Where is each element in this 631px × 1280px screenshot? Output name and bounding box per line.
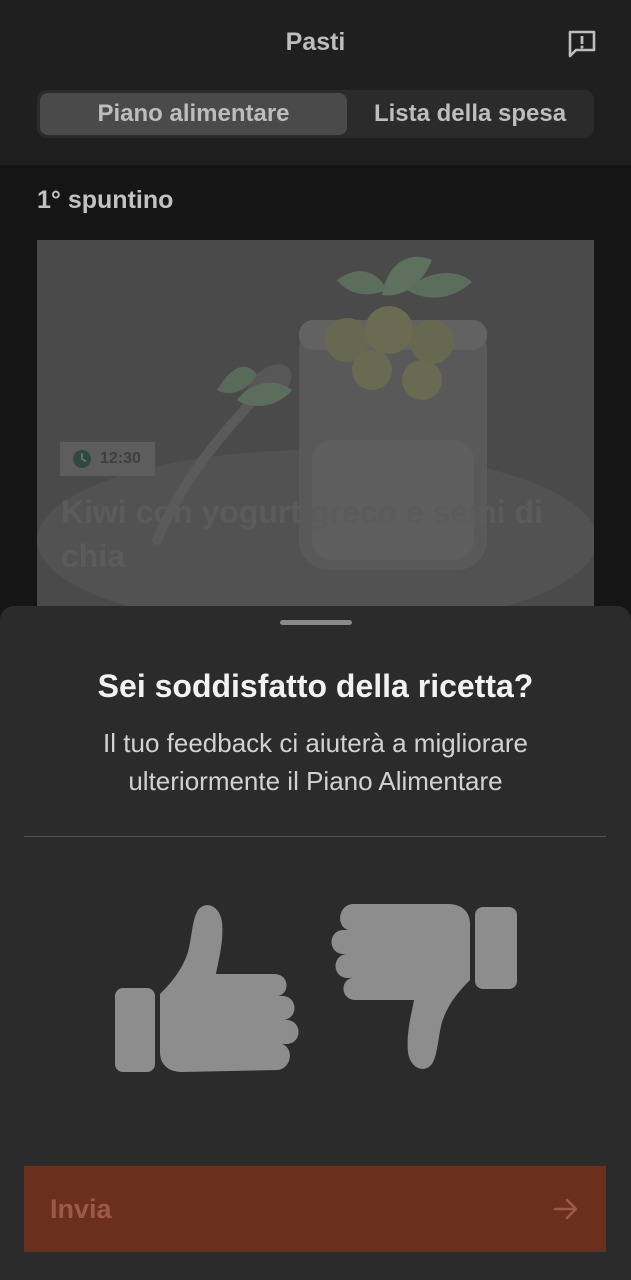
sheet-drag-handle[interactable] <box>280 620 352 625</box>
feedback-subtitle: Il tuo feedback ci aiuterà a migliorare … <box>103 728 528 796</box>
page-title: Pasti <box>285 28 346 56</box>
recipe-title: Kiwi con yogurt greco e semi di chia <box>61 494 543 574</box>
tab-lista-della-spesa[interactable]: Lista della spesa <box>349 93 591 135</box>
clock-icon <box>73 450 91 468</box>
feedback-title: Sei soddisfatto della ricetta? <box>97 668 534 704</box>
arrow-right-icon <box>553 1198 578 1220</box>
recipe-card[interactable]: 12:30 Kiwi con yogurt greco e semi di ch… <box>37 240 594 620</box>
thumbs-up-icon[interactable] <box>112 902 302 1077</box>
meal-time: 12:30 <box>100 450 141 467</box>
submit-label: Invia <box>50 1193 112 1224</box>
feedback-bottom-sheet: Sei soddisfatto della ricetta? Il tuo fe… <box>0 606 631 1280</box>
submit-button[interactable]: Invia <box>24 1166 606 1252</box>
tab-piano-alimentare[interactable]: Piano alimentare <box>40 93 347 135</box>
time-badge: 12:30 <box>60 442 155 476</box>
meal-section-title: 1° spuntino <box>37 186 174 214</box>
thumbs-down-icon[interactable] <box>330 902 520 1077</box>
feedback-report-icon[interactable] <box>566 28 598 60</box>
divider <box>24 836 606 837</box>
app-header: Pasti Piano alimentare Lista della spesa <box>0 0 631 165</box>
meal-view-tabs: Piano alimentare Lista della spesa <box>37 90 594 138</box>
